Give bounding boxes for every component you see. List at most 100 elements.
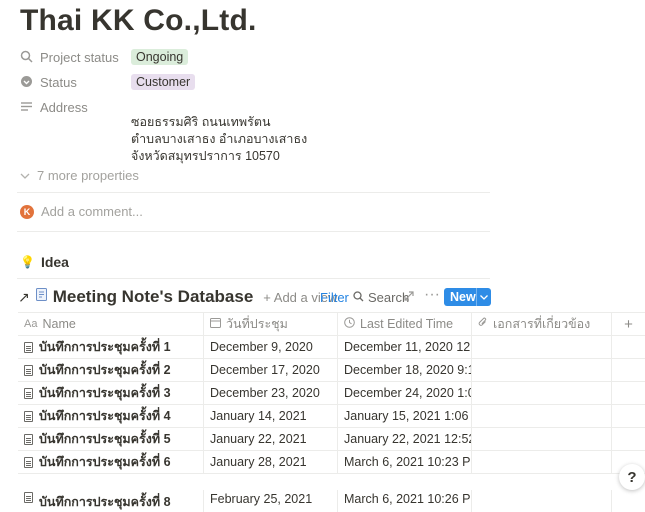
add-column-button[interactable]: + [612, 313, 645, 335]
address-value[interactable]: ซอยธรรมศิริ ถนนเทพรัตน ตำบลบางเสาธง อำเภ… [131, 114, 307, 165]
row-name-cell[interactable]: บันทึกการประชุมครั้งที่ 1 [18, 336, 204, 358]
table-row[interactable]: บันทึกการประชุมครั้งที่ 3 December 23, 2… [18, 382, 645, 405]
row-edited-cell: March 6, 2021 10:26 PM [338, 490, 472, 512]
row-docs-cell[interactable] [472, 382, 612, 404]
row-name-cell[interactable]: บันทึกการประชุมครั้งที่ 8 [18, 490, 204, 512]
row-name: บันทึกการประชุมครั้งที่ 8 [39, 495, 171, 509]
column-label: วันที่ประชุม [226, 317, 288, 331]
page-icon [24, 410, 33, 422]
column-label: Last Edited Time [360, 317, 454, 331]
filter-button[interactable]: Filter [320, 290, 349, 305]
row-edited-cell: January 22, 2021 12:52 PM [338, 428, 472, 450]
column-label: Name [42, 317, 76, 331]
table-header-row: Aa Name วันที่ประชุม Last Edited Time เอ… [18, 312, 645, 336]
status-badge-customer[interactable]: Customer [131, 74, 196, 90]
row-spacer [612, 428, 645, 450]
link-arrow-icon[interactable]: ↗ [18, 289, 30, 306]
row-date-cell[interactable]: February 25, 2021 [204, 490, 338, 512]
row-date-cell[interactable]: January 28, 2021 [204, 451, 338, 473]
clock-icon [344, 317, 355, 331]
row-docs-cell[interactable] [472, 336, 612, 358]
table-row[interactable]: บันทึกการประชุมครั้งที่ 4 January 14, 20… [18, 405, 645, 428]
row-docs-cell[interactable] [472, 428, 612, 450]
new-button[interactable]: New [444, 288, 491, 306]
more-properties-toggle[interactable]: 7 more properties [20, 168, 139, 183]
page-icon [24, 433, 33, 445]
database-title[interactable]: Meeting Note's Database [53, 287, 254, 307]
row-edited-cell: December 18, 2020 9:17 AM [338, 359, 472, 381]
comment-input[interactable]: K Add a comment... [20, 204, 143, 219]
row-date-cell[interactable]: January 22, 2021 [204, 428, 338, 450]
row-name-cell[interactable]: บันทึกการประชุมครั้งที่ 5 [18, 428, 204, 450]
column-header-last-edited[interactable]: Last Edited Time [338, 313, 472, 335]
property-label: Address [40, 99, 88, 115]
more-properties-label: 7 more properties [37, 168, 139, 183]
property-project-status: Project status [20, 47, 135, 67]
search-button[interactable]: Search [353, 290, 409, 305]
row-spacer [612, 490, 645, 512]
property-label: Status [40, 74, 77, 90]
row-edited-cell: December 11, 2020 12:24 PM [338, 336, 472, 358]
row-name: บันทึกการประชุมครั้งที่ 6 [39, 455, 171, 469]
column-header-meeting-date[interactable]: วันที่ประชุม [204, 313, 338, 335]
chevron-down-icon [20, 168, 30, 183]
property-status: Status [20, 72, 135, 92]
divider [17, 231, 490, 232]
page-icon [24, 364, 33, 376]
row-spacer [612, 336, 645, 358]
row-edited-cell: December 24, 2020 1:09 PM [338, 382, 472, 404]
chevron-down-icon[interactable] [475, 288, 491, 306]
row-edited-cell: March 6, 2021 10:23 PM [338, 451, 472, 473]
help-button[interactable]: ? [619, 464, 645, 490]
divider [17, 278, 490, 279]
row-name-cell[interactable]: บันทึกการประชุมครั้งที่ 2 [18, 359, 204, 381]
status-icon [20, 75, 34, 89]
row-edited-cell: January 15, 2021 1:06 PM [338, 405, 472, 427]
calendar-icon [210, 317, 221, 331]
row-name-cell[interactable]: บันทึกการประชุมครั้งที่ 3 [18, 382, 204, 404]
more-options-icon[interactable]: ··· [424, 286, 440, 304]
page-icon [24, 341, 33, 353]
idea-block[interactable]: 💡 Idea [20, 254, 69, 270]
row-docs-cell[interactable] [472, 490, 612, 512]
table-row[interactable]: บันทึกการประชุมครั้งที่ 5 January 22, 20… [18, 428, 645, 451]
status-badge-ongoing[interactable]: Ongoing [131, 49, 189, 65]
lightbulb-icon: 💡 [20, 255, 35, 269]
paperclip-icon [478, 317, 488, 331]
comment-placeholder: Add a comment... [41, 204, 143, 219]
text-lines-icon [20, 100, 34, 114]
table-row[interactable]: บันทึกการประชุมครั้งที่ 6 January 28, 20… [18, 451, 645, 474]
row-date-cell[interactable]: December 23, 2020 [204, 382, 338, 404]
row-date-cell[interactable]: January 14, 2021 [204, 405, 338, 427]
column-header-related-docs[interactable]: เอกสารที่เกี่ยวข้อง [472, 313, 612, 335]
table-row[interactable]: บันทึกการประชุมครั้งที่ 8 February 25, 2… [18, 490, 645, 512]
divider [17, 192, 490, 193]
page-icon [24, 456, 33, 468]
row-docs-cell[interactable] [472, 405, 612, 427]
idea-text: Idea [40, 254, 69, 270]
row-spacer [612, 382, 645, 404]
search-icon [20, 50, 34, 64]
address-line: ตำบลบางเสาธง อำเภอบางเสาธง [131, 132, 308, 146]
new-button-label: New [450, 290, 476, 304]
row-spacer [612, 405, 645, 427]
database-icon [35, 288, 47, 306]
row-spacer [612, 359, 645, 381]
row-name: บันทึกการประชุมครั้งที่ 4 [39, 409, 171, 423]
table-row[interactable]: บันทึกการประชุมครั้งที่ 1 December 9, 20… [18, 336, 645, 359]
expand-icon[interactable] [404, 290, 414, 304]
row-name-cell[interactable]: บันทึกการประชุมครั้งที่ 6 [18, 451, 204, 473]
row-name: บันทึกการประชุมครั้งที่ 1 [39, 340, 171, 354]
avatar: K [20, 204, 34, 219]
row-name-cell[interactable]: บันทึกการประชุมครั้งที่ 4 [18, 405, 204, 427]
row-date-cell[interactable]: December 17, 2020 [204, 359, 338, 381]
row-date-cell[interactable]: December 9, 2020 [204, 336, 338, 358]
page-icon [24, 492, 33, 503]
page-title[interactable]: Thai KK Co.,Ltd. [20, 4, 257, 38]
row-docs-cell[interactable] [472, 359, 612, 381]
table-row[interactable]: บันทึกการประชุมครั้งที่ 2 December 17, 2… [18, 359, 645, 382]
address-line: จังหวัดสมุทรปราการ 10570 [131, 149, 280, 163]
row-docs-cell[interactable] [472, 451, 612, 473]
column-header-name[interactable]: Aa Name [18, 313, 204, 335]
row-name: บันทึกการประชุมครั้งที่ 5 [39, 432, 171, 446]
